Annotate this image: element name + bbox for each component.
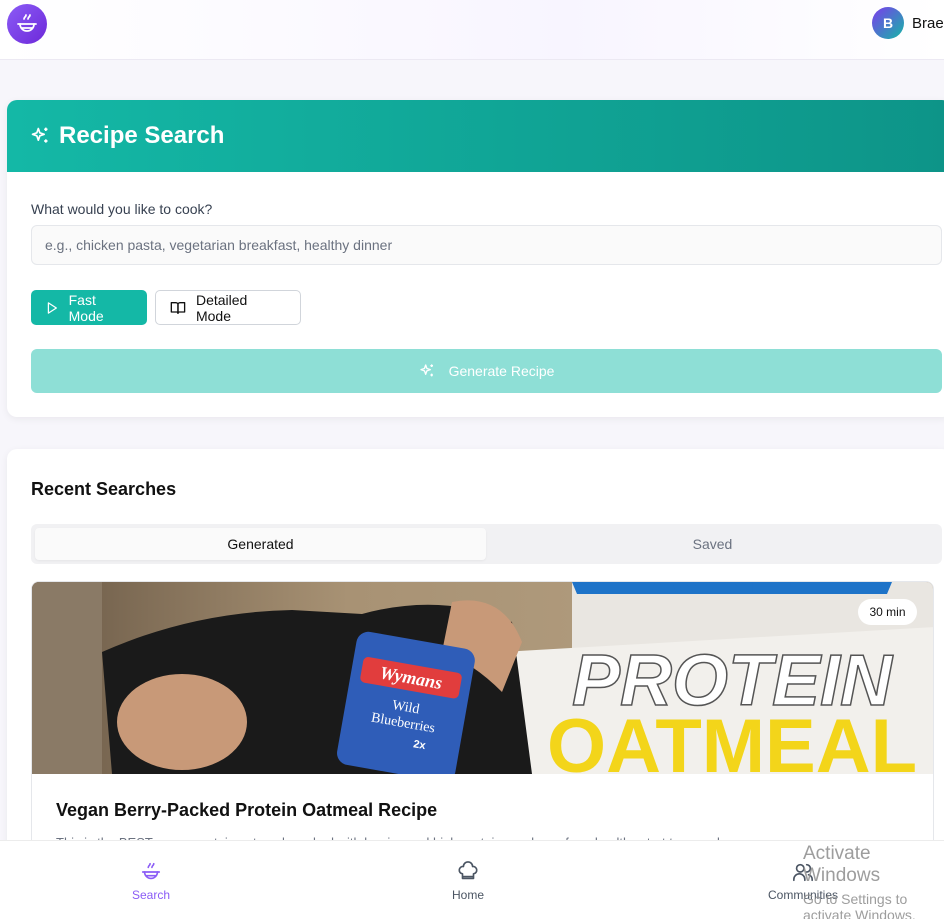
tab-saved[interactable]: Saved [487, 528, 938, 560]
user-name: Brael [912, 14, 944, 32]
tab-generated[interactable]: Generated [35, 528, 486, 560]
image-headline-2: OATMEAL [547, 704, 917, 774]
search-input[interactable] [31, 225, 942, 265]
nav-label-search: Search [132, 888, 171, 902]
recent-tabs: Generated Saved [31, 524, 942, 564]
fast-mode-button[interactable]: Fast Mode [31, 290, 147, 325]
page-title: Recipe Search [59, 122, 225, 149]
recipe-search-header: Recipe Search [7, 100, 944, 172]
book-open-icon [170, 301, 186, 314]
watermark-subtitle: Go to Settings to activate Windows. [803, 891, 916, 919]
user-menu[interactable]: B Brael [872, 7, 944, 39]
activate-windows-watermark: Activate Windows Go to Settings to activ… [803, 843, 944, 919]
fast-mode-label: Fast Mode [68, 291, 104, 324]
recipe-card[interactable]: Wymans Wild Blueberries 2x ACKED PROTEIN… [31, 581, 934, 869]
recipe-thumbnail: Wymans Wild Blueberries 2x ACKED PROTEIN… [32, 582, 933, 774]
sparkles-icon [419, 364, 433, 377]
top-bar: B Brael [0, 0, 944, 60]
image-headline-top: ACKED [650, 582, 814, 602]
detailed-mode-button[interactable]: Detailed Mode [155, 290, 301, 325]
search-prompt-label: What would you like to cook? [31, 201, 213, 217]
app-logo[interactable] [7, 4, 47, 44]
sparkles-icon [31, 127, 48, 143]
bowl-icon [141, 862, 161, 880]
detailed-mode-label: Detailed Mode [195, 291, 248, 324]
recent-searches-card: Recent Searches Generated Saved Wymans W… [7, 449, 944, 869]
nav-item-search[interactable]: Search [132, 861, 170, 902]
chef-hat-icon [458, 861, 478, 880]
generate-recipe-button[interactable]: Generate Recipe [31, 349, 942, 393]
play-icon [47, 301, 57, 314]
time-badge: 30 min [858, 599, 917, 625]
recipe-search-card: Recipe Search What would you like to coo… [7, 100, 944, 417]
section-title: Recent Searches [31, 479, 177, 499]
nav-label-home: Home [452, 888, 485, 902]
watermark-title: Activate Windows [803, 843, 881, 886]
nav-item-home[interactable]: Home [452, 861, 484, 902]
bowl-icon [17, 14, 37, 32]
recipe-thumbnail-art: Wymans Wild Blueberries 2x ACKED PROTEIN… [32, 582, 933, 774]
avatar: B [872, 7, 904, 39]
recipe-title: Vegan Berry-Packed Protein Oatmeal Recip… [56, 800, 438, 820]
generate-recipe-label: Generate Recipe [448, 363, 555, 379]
